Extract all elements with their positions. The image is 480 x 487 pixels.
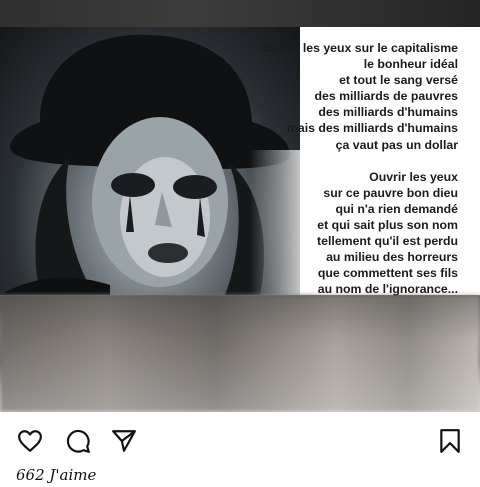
poem-line: au nom de l'ignorance... [317,282,458,297]
heart-icon[interactable] [16,427,44,455]
poem-line: tellement qu'il est perdu [317,234,458,249]
post-image: Ouvrir les yeux sur le capitalisme le bo… [0,0,480,412]
poem-line: Ouvrir les yeux [369,169,458,184]
bookmark-icon[interactable] [436,427,464,455]
poem-line: que commettent ses fils [317,266,458,281]
poem-line: et tout le sang versé [339,73,458,88]
send-icon[interactable] [110,427,138,455]
poem-line: sur ce pauvre bon dieu [323,185,458,200]
image-top-strip [0,0,480,27]
poem-line: qui n'a rien demandé [335,201,458,216]
poem-line: des milliards d'humains [318,105,458,120]
stanza-gap [208,153,458,169]
poem-line: mais des milliards d'humains [286,121,458,136]
poem-line: le bonheur idéal [363,57,458,72]
poem-line: des milliards de pauvres [314,89,458,104]
blurred-overlay [0,295,480,412]
poem-line: ça vaut pas un dollar [335,137,458,152]
poem-text: Ouvrir les yeux sur le capitalisme le bo… [208,40,458,297]
poem-line: au milieu des horreurs [326,250,458,265]
comment-icon[interactable] [64,427,92,455]
poem-line: et qui sait plus son nom [317,217,458,232]
poem-line: Ouvrir les yeux sur le capitalisme [262,41,458,55]
likes-count[interactable]: 662 J'aime [16,466,96,484]
